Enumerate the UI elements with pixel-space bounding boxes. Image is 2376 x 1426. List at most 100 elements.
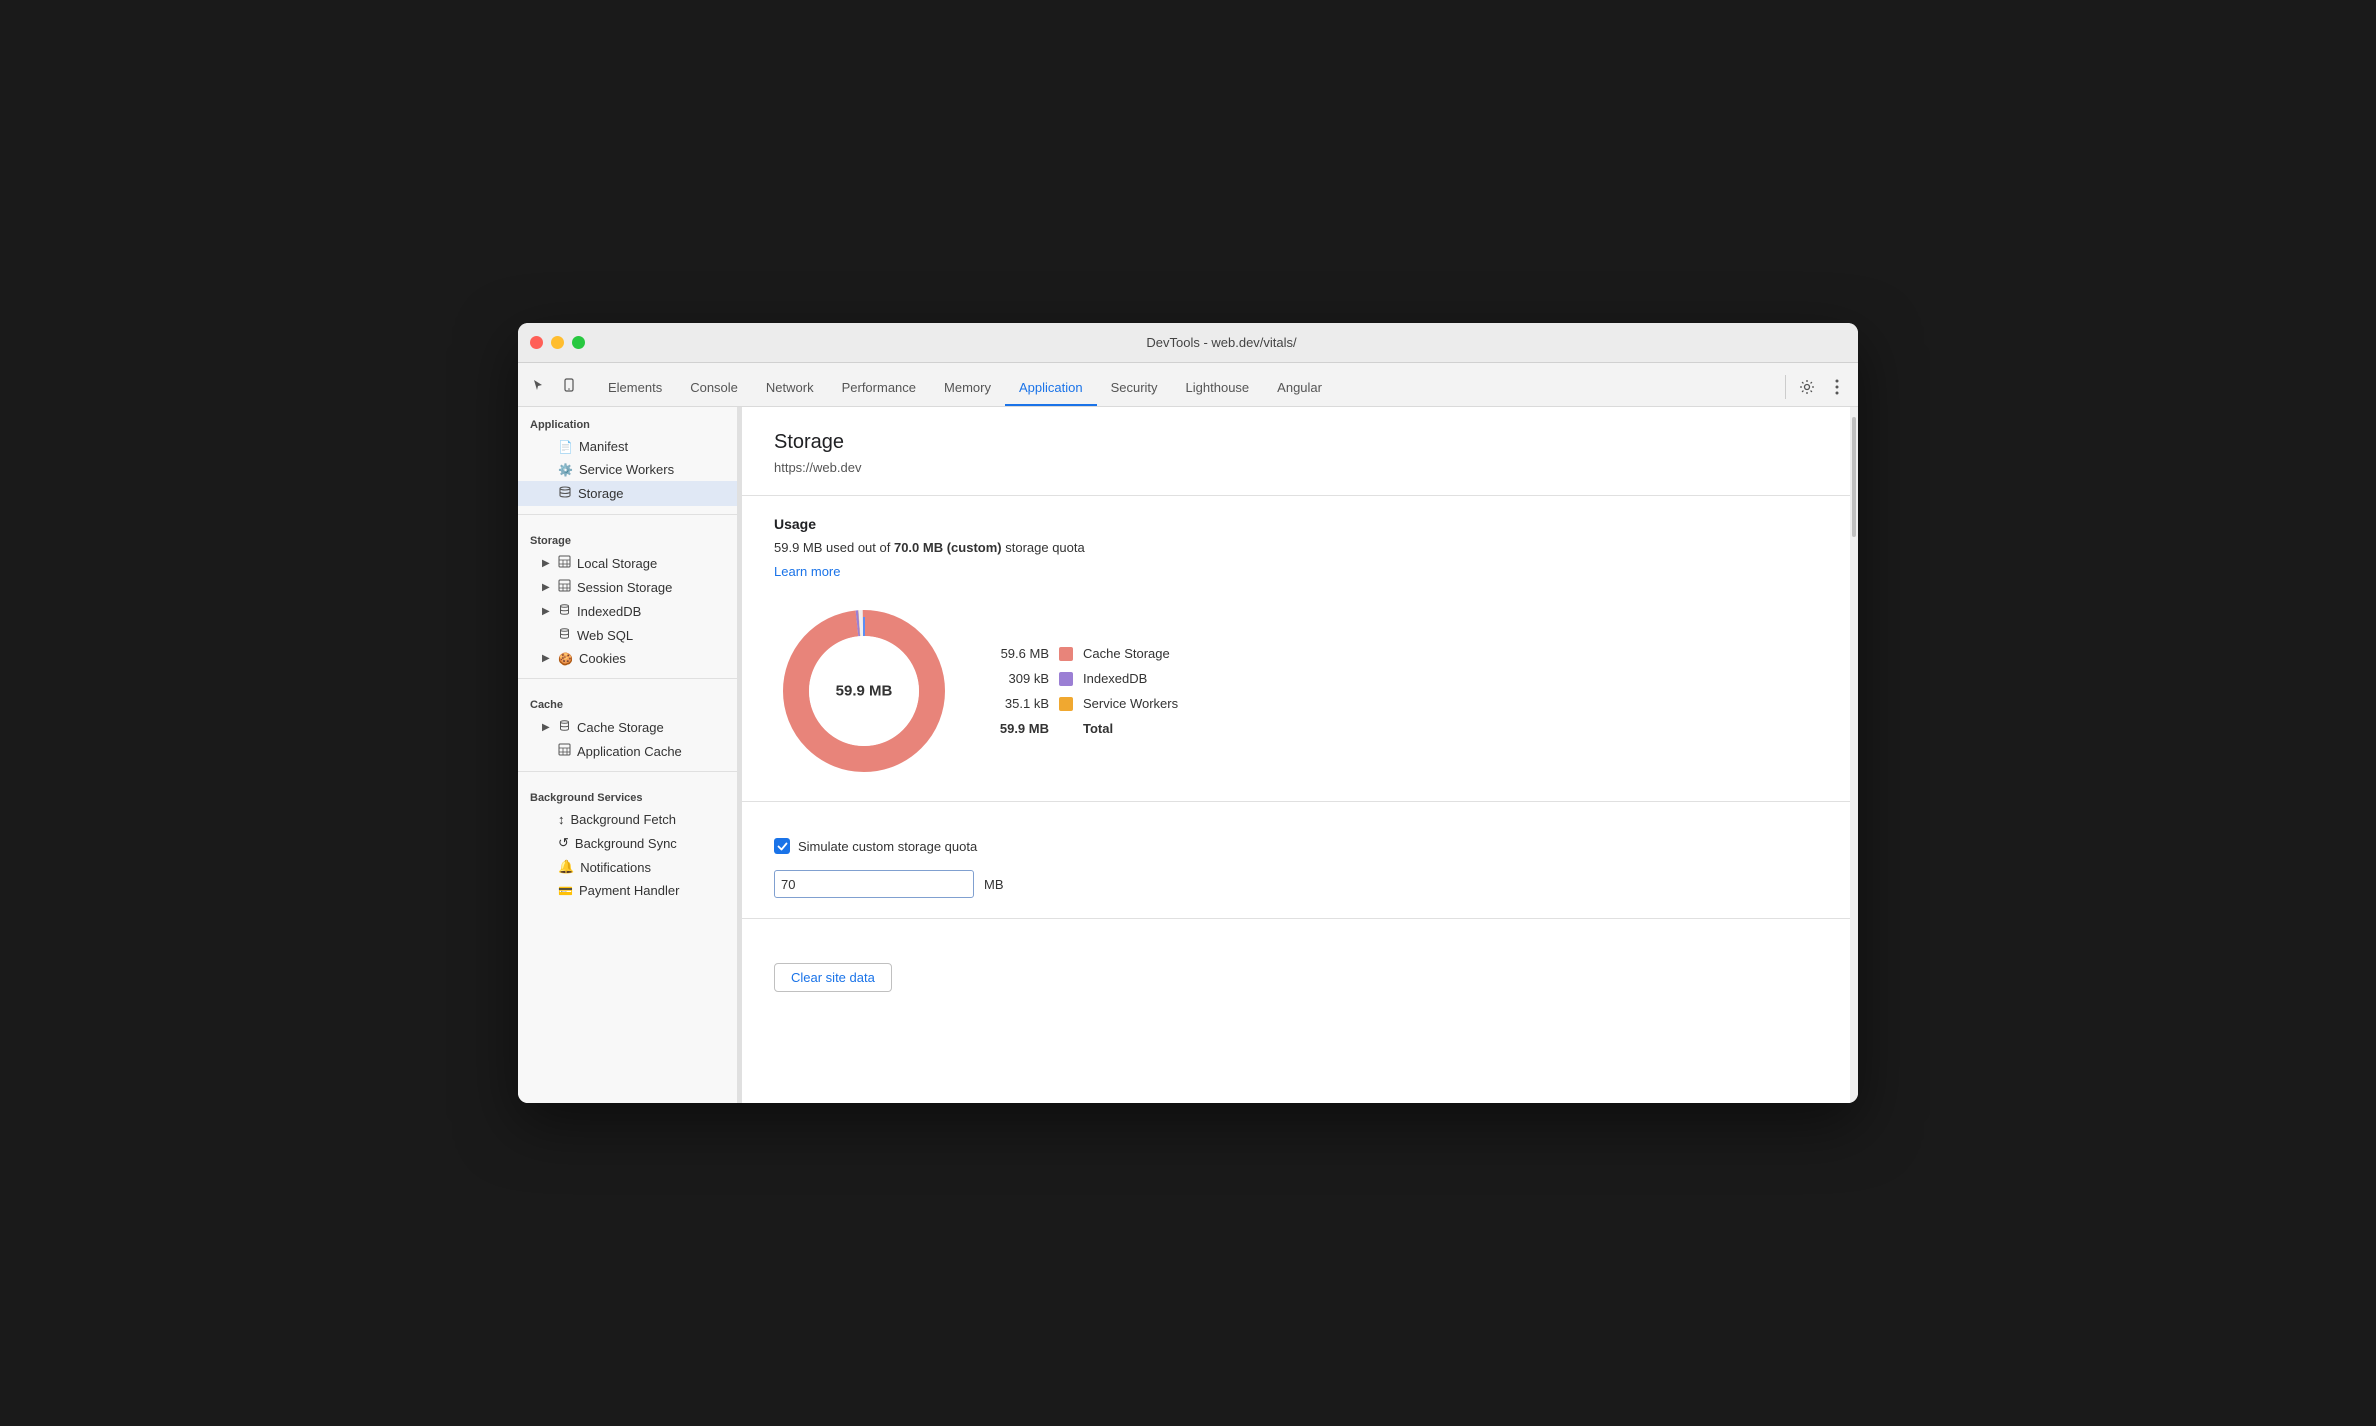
chart-legend: 59.6 MB Cache Storage 309 kB IndexedDB 3… — [994, 646, 1178, 736]
learn-more-link[interactable]: Learn more — [774, 564, 840, 579]
divider — [518, 514, 737, 515]
sidebar-item-indexeddb[interactable]: ▶ IndexedDB — [518, 599, 737, 623]
tab-network[interactable]: Network — [752, 370, 828, 406]
legend-size-total: 59.9 MB — [994, 721, 1049, 736]
manifest-icon: 📄 — [558, 440, 573, 454]
legend-box-sw — [1059, 697, 1073, 711]
tab-elements[interactable]: Elements — [594, 370, 676, 406]
sidebar-item-payment-handler[interactable]: 💳 Payment Handler — [518, 879, 737, 902]
tab-memory[interactable]: Memory — [930, 370, 1005, 406]
usage-desc-pre: 59.9 MB used out of — [774, 540, 894, 555]
simulate-checkbox[interactable] — [774, 838, 790, 854]
local-storage-icon — [558, 555, 571, 571]
sidebar-item-notifications[interactable]: 🔔 Notifications — [518, 855, 737, 879]
sidebar-item-cache-storage[interactable]: ▶ Cache Storage — [518, 715, 737, 739]
storage-url: https://web.dev — [774, 460, 1818, 475]
sidebar-item-storage[interactable]: Storage — [518, 481, 737, 506]
cursor-icon[interactable] — [526, 372, 552, 398]
sidebar-label-local-storage: Local Storage — [577, 556, 657, 571]
payment-handler-icon: 💳 — [558, 884, 573, 898]
sidebar-section-storage: Storage — [518, 523, 737, 551]
section-divider — [742, 495, 1850, 496]
sidebar-item-cookies[interactable]: ▶ 🍪 Cookies — [518, 647, 737, 670]
legend-name-total: Total — [1083, 721, 1113, 736]
quota-unit: MB — [984, 877, 1004, 892]
storage-icon — [558, 485, 572, 502]
settings-icon[interactable] — [1794, 374, 1820, 400]
expand-arrow: ▶ — [542, 653, 552, 664]
legend-box-indexeddb — [1059, 672, 1073, 686]
legend-item-cache: 59.6 MB Cache Storage — [994, 646, 1178, 661]
section-divider-2 — [742, 801, 1850, 802]
legend-size-indexeddb: 309 kB — [994, 671, 1049, 686]
sidebar-section-application: Application — [518, 407, 737, 435]
more-icon[interactable] — [1824, 374, 1850, 400]
expand-arrow: ▶ — [542, 582, 552, 593]
quota-row: MB — [774, 870, 1818, 898]
sidebar-item-background-sync[interactable]: ↺ Background Sync — [518, 831, 737, 855]
legend-name-cache: Cache Storage — [1083, 646, 1170, 661]
usage-title: Usage — [774, 516, 1818, 532]
sidebar-item-service-workers[interactable]: ⚙️ Service Workers — [518, 458, 737, 481]
main-content: Storage https://web.dev Usage 59.9 MB us… — [742, 407, 1850, 1103]
minimize-button[interactable] — [551, 336, 564, 349]
indexeddb-icon — [558, 603, 571, 619]
sidebar-item-web-sql[interactable]: Web SQL — [518, 623, 737, 647]
sidebar-item-manifest[interactable]: 📄 Manifest — [518, 435, 737, 458]
devtools-body: Application 📄 Manifest ⚙️ Service Worker… — [518, 407, 1858, 1103]
sidebar-label-session-storage: Session Storage — [577, 580, 672, 595]
sidebar-label-cookies: Cookies — [579, 651, 626, 666]
clear-site-data-button[interactable]: Clear site data — [774, 963, 892, 992]
sidebar-item-background-fetch[interactable]: ↕ Background Fetch — [518, 808, 737, 831]
tab-security[interactable]: Security — [1097, 370, 1172, 406]
expand-arrow: ▶ — [542, 722, 552, 733]
sidebar-label-notifications: Notifications — [580, 860, 651, 875]
quota-input[interactable] — [774, 870, 974, 898]
expand-arrow: ▶ — [542, 558, 552, 569]
donut-label: 59.9 MB — [836, 683, 893, 700]
sidebar-item-local-storage[interactable]: ▶ Local Storage — [518, 551, 737, 575]
scrollbar-thumb[interactable] — [1852, 417, 1856, 537]
legend-name-sw: Service Workers — [1083, 696, 1178, 711]
sidebar-item-session-storage[interactable]: ▶ Session Storage — [518, 575, 737, 599]
cache-storage-icon — [558, 719, 571, 735]
simulate-row: Simulate custom storage quota — [774, 838, 1818, 854]
sidebar: Application 📄 Manifest ⚙️ Service Worker… — [518, 407, 738, 1103]
divider — [518, 771, 737, 772]
usage-desc-post: storage quota — [1002, 540, 1085, 555]
sidebar-item-app-cache[interactable]: Application Cache — [518, 739, 737, 763]
traffic-lights — [530, 336, 585, 349]
sidebar-label-service-workers: Service Workers — [579, 462, 674, 477]
legend-size-cache: 59.6 MB — [994, 646, 1049, 661]
background-fetch-icon: ↕ — [558, 812, 565, 827]
sidebar-label-background-sync: Background Sync — [575, 836, 677, 851]
expand-arrow: ▶ — [542, 606, 552, 617]
legend-item-total: 59.9 MB Total — [994, 721, 1178, 736]
tab-lighthouse[interactable]: Lighthouse — [1172, 370, 1264, 406]
legend-name-indexeddb: IndexedDB — [1083, 671, 1147, 686]
chart-area: 59.9 MB 59.6 MB Cache Storage 309 kB Ind… — [774, 601, 1818, 781]
tab-angular[interactable]: Angular — [1263, 370, 1336, 406]
tab-actions — [1781, 374, 1850, 406]
scrollbar-track — [1850, 407, 1858, 1103]
usage-description: 59.9 MB used out of 70.0 MB (custom) sto… — [774, 540, 1818, 555]
legend-item-indexeddb: 309 kB IndexedDB — [994, 671, 1178, 686]
close-button[interactable] — [530, 336, 543, 349]
tab-performance[interactable]: Performance — [828, 370, 930, 406]
background-sync-icon: ↺ — [558, 835, 569, 851]
sidebar-label-app-cache: Application Cache — [577, 744, 682, 759]
legend-box-cache — [1059, 647, 1073, 661]
section-divider-3 — [742, 918, 1850, 919]
maximize-button[interactable] — [572, 336, 585, 349]
divider — [518, 678, 737, 679]
session-storage-icon — [558, 579, 571, 595]
sidebar-label-background-fetch: Background Fetch — [571, 812, 677, 827]
sidebar-label-manifest: Manifest — [579, 439, 628, 454]
donut-chart: 59.9 MB — [774, 601, 954, 781]
tab-application[interactable]: Application — [1005, 370, 1097, 406]
mobile-icon[interactable] — [556, 372, 582, 398]
sidebar-section-cache: Cache — [518, 687, 737, 715]
tab-console[interactable]: Console — [676, 370, 752, 406]
sidebar-label-indexeddb: IndexedDB — [577, 604, 641, 619]
window-title: DevTools - web.dev/vitals/ — [597, 335, 1846, 350]
